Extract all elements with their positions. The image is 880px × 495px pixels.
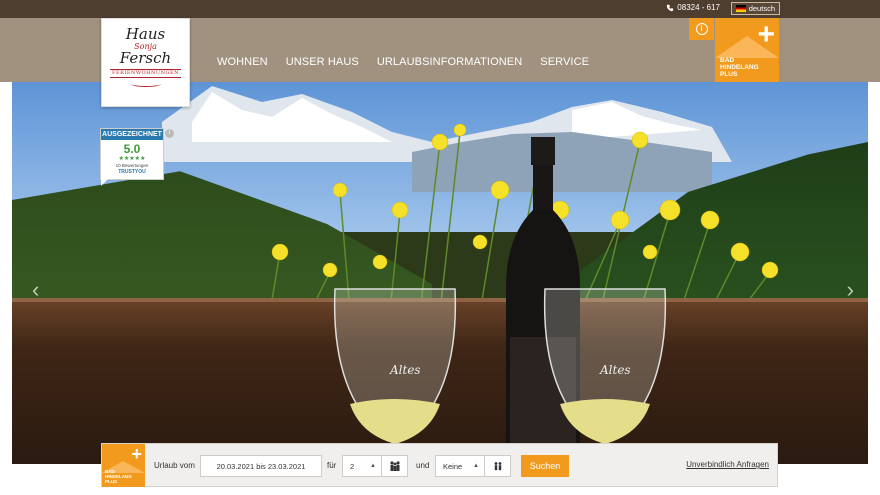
info-button[interactable]: i	[689, 18, 714, 40]
booking-logo-text: BAD HINDELANG PLUS	[105, 469, 132, 484]
plus-icon: +	[757, 18, 775, 51]
inquiry-link[interactable]: Unverbindlich Anfragen	[686, 460, 769, 469]
label-urlaub-vom: Urlaub vom	[154, 461, 195, 470]
language-label: deutsch	[748, 4, 775, 13]
trust-brand: TRUSTYOU	[118, 169, 146, 175]
trustyou-badge[interactable]: AUSGEZEICHNET 5.0 ★★★★★ 10 Bewertungen T…	[100, 128, 164, 186]
bad-hindelang-plus-badge[interactable]: + BAD HINDELANG PLUS	[715, 18, 779, 82]
adults-icon	[382, 455, 408, 477]
phone-text: 08324 - 617	[677, 3, 720, 12]
nav-item-unser-haus[interactable]: UNSER HAUS	[286, 56, 359, 68]
children-select[interactable]: Keine ▲	[435, 455, 485, 477]
plus-icon: +	[131, 444, 142, 464]
booking-bar: + BAD HINDELANG PLUS Urlaub vom 20.03.20…	[101, 443, 778, 487]
adults-value: 2	[350, 461, 355, 471]
search-button[interactable]: Suchen	[521, 455, 569, 477]
svg-text:Altes: Altes	[389, 363, 421, 377]
logo-line-haus: Haus	[125, 25, 166, 43]
trust-stars: ★★★★★	[118, 156, 146, 162]
adults-select[interactable]: 2 ▲	[342, 455, 382, 477]
wine-glass-left: Altes	[333, 288, 457, 445]
date-range-input[interactable]: 20.03.2021 bis 23.03.2021	[200, 455, 322, 477]
logo-line-ferienwohnungen: FERIENWOHNUNGEN	[110, 69, 181, 78]
trust-score: 5.0	[123, 142, 141, 156]
main-navigation: WOHNEN UNSER HAUS URLAUBSINFORMATIONEN S…	[217, 56, 589, 68]
slider-next-arrow[interactable]: ›	[847, 277, 854, 303]
svg-text:Altes: Altes	[599, 363, 631, 377]
language-selector[interactable]: deutsch	[730, 2, 780, 15]
children-icon	[485, 455, 511, 477]
nav-item-service[interactable]: SERVICE	[540, 56, 589, 68]
booking-logo: + BAD HINDELANG PLUS	[102, 444, 145, 487]
select-arrows-icon: ▲	[370, 463, 376, 469]
select-arrows-icon: ▲	[473, 463, 479, 469]
trust-info-icon[interactable]: i	[165, 129, 174, 138]
site-logo[interactable]: Haus Sonja Fersch FERIENWOHNUNGEN	[101, 18, 190, 107]
wine-glass-right: Altes	[543, 288, 667, 445]
children-value: Keine	[443, 461, 463, 471]
label-fuer: für	[327, 461, 337, 470]
slider-prev-arrow[interactable]: ‹	[32, 277, 39, 303]
phone-icon	[667, 4, 674, 11]
trust-header: AUSGEZEICHNET	[101, 129, 163, 140]
logo-ornament	[130, 81, 161, 87]
logo-line-fersch: Fersch	[119, 49, 172, 67]
badge-text: BAD HINDELANG PLUS	[720, 57, 759, 78]
nav-item-wohnen[interactable]: WOHNEN	[217, 56, 268, 68]
label-und: und	[416, 461, 430, 470]
phone-number[interactable]: 08324 - 617	[666, 3, 720, 12]
nav-item-urlaubsinformationen[interactable]: URLAUBSINFORMATIONEN	[377, 56, 522, 68]
trust-badge-tail	[101, 179, 108, 186]
info-icon: i	[695, 23, 708, 35]
top-bar: 08324 - 617 deutsch	[0, 0, 880, 18]
date-range-value: 20.03.2021 bis 23.03.2021	[216, 461, 306, 471]
german-flag-icon	[735, 5, 746, 12]
